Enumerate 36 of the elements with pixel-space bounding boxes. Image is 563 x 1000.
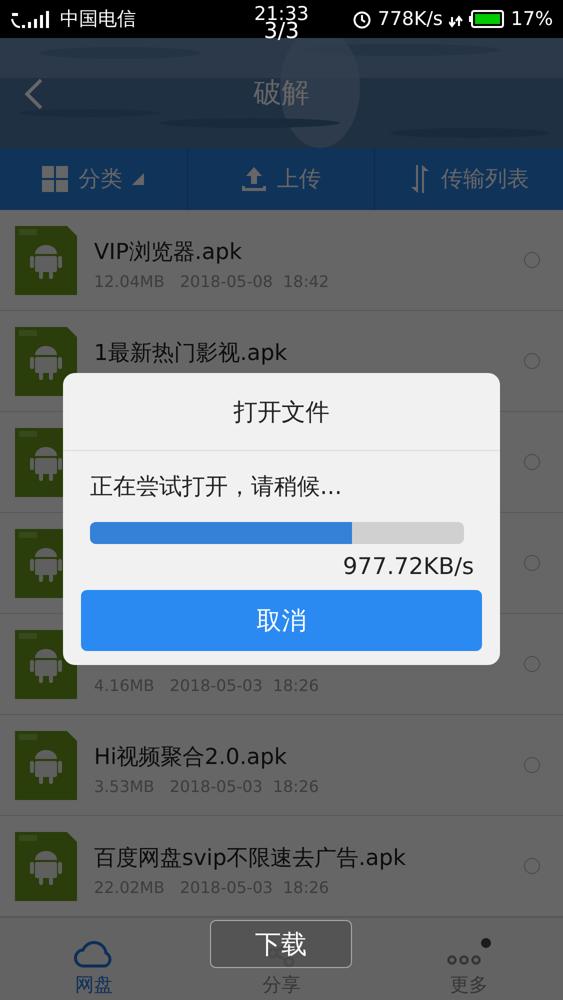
apk-file-icon <box>15 730 77 800</box>
battery-level: 17% <box>510 8 554 30</box>
file-name: Hi视频聚合2.0.apk <box>94 744 288 772</box>
cloud-icon <box>74 938 114 968</box>
select-radio[interactable] <box>524 353 540 369</box>
dropdown-icon <box>132 173 144 185</box>
toast-text: 下载 <box>255 928 307 962</box>
select-radio[interactable] <box>524 555 540 571</box>
select-radio[interactable] <box>524 252 540 268</box>
dialog-title: 打开文件 <box>234 396 330 428</box>
clock: 21:33 <box>254 5 309 23</box>
file-name: 1最新热门影视.apk <box>94 340 288 368</box>
toolbar-button[interactable]: 传输列表 <box>375 148 563 210</box>
select-radio[interactable] <box>524 454 540 470</box>
file-name: 百度网盘svip不限速去广告.apk <box>94 845 407 873</box>
nav-tab[interactable]: 网盘 <box>0 918 188 1000</box>
apk-file-icon <box>15 226 77 294</box>
network-speed: 778K/s <box>378 8 443 30</box>
alarm-icon <box>352 9 372 29</box>
category-menu[interactable]: 分类 <box>0 148 188 210</box>
toolbar-button[interactable]: 上传 <box>188 148 376 210</box>
select-radio[interactable] <box>524 757 540 773</box>
dialog-message: 正在尝试打开，请稍候... <box>90 473 343 502</box>
download-speed: 977.72KB/s <box>342 554 474 580</box>
file-name: VIP浏览器.apk <box>94 239 243 267</box>
cancel-button[interactable]: 取消 <box>81 590 482 651</box>
battery-icon <box>468 10 505 28</box>
select-radio[interactable] <box>524 656 540 672</box>
page-indicator: 3/3 <box>264 23 300 41</box>
carrier-name: 中国电信 <box>60 7 136 32</box>
select-radio[interactable] <box>524 858 540 874</box>
back-button[interactable] <box>24 78 44 110</box>
apk-file-icon <box>15 832 77 900</box>
transfer-arrows-icon <box>409 165 432 193</box>
grid-icon <box>42 166 68 192</box>
upload-icon <box>240 166 267 192</box>
